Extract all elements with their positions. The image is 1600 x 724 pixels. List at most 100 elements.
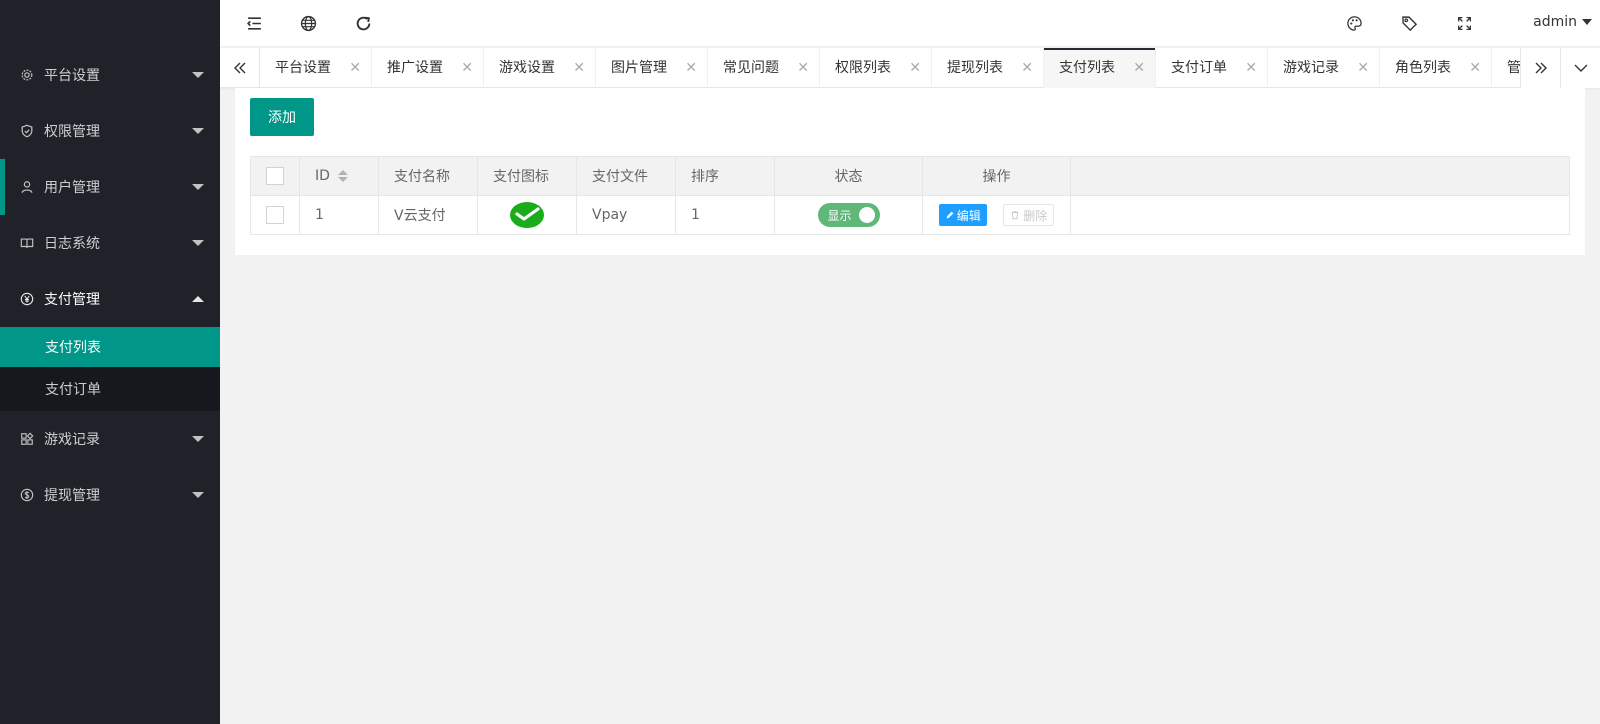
tab-game-records[interactable]: 游戏记录 ✕ <box>1268 48 1380 88</box>
table-header-row: ID 支付名称 支付图标 支付文件 排序 状态 操作 <box>250 156 1570 196</box>
chevron-down-icon <box>192 492 204 498</box>
tab-label: 游戏记录 <box>1283 60 1339 76</box>
chevron-down-icon <box>192 184 204 190</box>
close-icon[interactable]: ✕ <box>1245 48 1257 88</box>
pencil-icon <box>946 211 954 219</box>
column-header-label: 状态 <box>834 169 863 185</box>
content-card: 添加 ID 支付名称 支付图标 支付文件 排序 状态 操作 1 V云支付 Vpa… <box>235 88 1585 255</box>
delete-button[interactable]: 删除 <box>1003 204 1055 226</box>
cell-icon <box>477 195 577 235</box>
column-header-label: 支付文件 <box>592 169 648 185</box>
chevron-down-icon <box>192 72 204 78</box>
sidebar-subitem-payment-orders[interactable]: 支付订单 <box>0 367 220 411</box>
tab-image-management[interactable]: 图片管理 ✕ <box>596 48 708 88</box>
sidebar-item-label: 权限管理 <box>44 124 100 140</box>
sidebar-item-game-records[interactable]: 游戏记录 <box>0 411 220 467</box>
tag-icon[interactable] <box>1399 13 1419 33</box>
chevron-down-icon <box>192 240 204 246</box>
tab-label: 支付列表 <box>1059 60 1115 76</box>
chevron-down-icon <box>192 128 204 134</box>
gear-icon <box>20 68 34 82</box>
column-header-label: 操作 <box>982 169 1011 185</box>
column-header-sort: 排序 <box>675 156 775 196</box>
sidebar-item-permissions[interactable]: 权限管理 <box>0 103 220 159</box>
edit-button[interactable]: 编辑 <box>938 204 987 226</box>
row-checkbox[interactable] <box>266 206 284 224</box>
sidebar-item-label: 用户管理 <box>44 180 100 196</box>
sidebar: 平台设置 权限管理 用户管理 日志系统 支付管理 支付列表 支付订单 游戏记录 … <box>0 0 220 724</box>
close-icon[interactable]: ✕ <box>685 48 697 88</box>
refresh-icon[interactable] <box>353 13 373 33</box>
close-icon[interactable]: ✕ <box>573 48 585 88</box>
tab-label: 平台设置 <box>275 60 331 76</box>
status-toggle[interactable]: 显示 <box>817 203 880 227</box>
main-content: 添加 ID 支付名称 支付图标 支付文件 排序 状态 操作 1 V云支付 Vpa… <box>220 88 1600 724</box>
column-header-icon: 支付图标 <box>477 156 577 196</box>
close-icon[interactable]: ✕ <box>1469 48 1481 88</box>
row-select-cell <box>250 195 300 235</box>
tab-label: 提现列表 <box>947 60 1003 76</box>
sidebar-item-withdrawals[interactable]: 提现管理 <box>0 467 220 523</box>
tab-withdrawal-list[interactable]: 提现列表 ✕ <box>932 48 1044 88</box>
tabs-scroll-right-icon[interactable] <box>1520 48 1560 88</box>
tab-permission-list[interactable]: 权限列表 ✕ <box>820 48 932 88</box>
status-toggle-label: 显示 <box>827 208 852 223</box>
sidebar-item-label: 日志系统 <box>44 236 100 252</box>
tab-label: 图片管理 <box>611 60 667 76</box>
column-header-id[interactable]: ID <box>299 156 379 196</box>
dollar-icon <box>20 488 34 502</box>
close-icon[interactable]: ✕ <box>1133 48 1145 88</box>
sidebar-item-payment[interactable]: 支付管理 <box>0 271 220 327</box>
column-header-label: ID <box>315 168 330 184</box>
sidebar-item-users[interactable]: 用户管理 <box>0 159 220 215</box>
tab-label: 权限列表 <box>835 60 891 76</box>
close-icon[interactable]: ✕ <box>909 48 921 88</box>
tab-role-list[interactable]: 角色列表 ✕ <box>1380 48 1492 88</box>
sidebar-subitem-label: 支付列表 <box>45 340 101 356</box>
close-icon[interactable]: ✕ <box>797 48 809 88</box>
tab-payment-list[interactable]: 支付列表 ✕ <box>1044 48 1156 88</box>
cell-sort: 1 <box>675 195 775 235</box>
sidebar-subitem-payment-list[interactable]: 支付列表 <box>0 327 220 367</box>
column-header-name: 支付名称 <box>378 156 478 196</box>
menu-collapse-icon[interactable] <box>244 13 264 33</box>
close-icon[interactable]: ✕ <box>1021 48 1033 88</box>
tabs-menu-chevron-down-icon[interactable] <box>1560 48 1600 88</box>
column-header-label: 支付图标 <box>493 169 549 185</box>
user-menu[interactable]: admin <box>1533 14 1592 30</box>
select-all-checkbox[interactable] <box>266 167 284 185</box>
theme-palette-icon[interactable] <box>1344 13 1364 33</box>
tabs-scroll-left-icon[interactable] <box>220 48 260 88</box>
tab-promotion-settings[interactable]: 推广设置 ✕ <box>372 48 484 88</box>
apps-icon <box>20 432 34 446</box>
fullscreen-icon[interactable] <box>1454 13 1474 33</box>
close-icon[interactable]: ✕ <box>1357 48 1369 88</box>
globe-icon[interactable] <box>298 13 318 33</box>
tab-faq[interactable]: 常见问题 ✕ <box>708 48 820 88</box>
sidebar-item-label: 游戏记录 <box>44 432 100 448</box>
top-header: admin <box>220 0 1600 47</box>
tab-strip: 平台设置 ✕ 推广设置 ✕ 游戏设置 ✕ 图片管理 ✕ 常见问题 ✕ 权限列表 ✕ 提现列表 ✕ 支付列表 ✕… <box>260 48 1520 88</box>
sidebar-item-platform-settings[interactable]: 平台设置 <box>0 47 220 103</box>
tab-game-settings[interactable]: 游戏设置 ✕ <box>484 48 596 88</box>
column-header-status: 状态 <box>774 156 923 196</box>
tab-label: 推广设置 <box>387 60 443 76</box>
sort-icon[interactable] <box>337 169 348 183</box>
chevron-up-icon <box>192 296 204 302</box>
page-tabs: 平台设置 ✕ 推广设置 ✕ 游戏设置 ✕ 图片管理 ✕ 常见问题 ✕ 权限列表 ✕ 提现列表 ✕ 支付列表 ✕… <box>220 48 1600 88</box>
tab-truncated[interactable]: 管 <box>1492 48 1520 88</box>
username: admin <box>1533 14 1577 30</box>
yen-icon <box>20 292 34 306</box>
add-button[interactable]: 添加 <box>250 98 314 136</box>
close-icon[interactable]: ✕ <box>349 48 361 88</box>
shield-icon <box>20 124 34 138</box>
cell-actions: 编辑 删除 <box>922 195 1071 235</box>
tab-payment-orders[interactable]: 支付订单 ✕ <box>1156 48 1268 88</box>
edit-button-label: 编辑 <box>956 208 981 223</box>
cell-status: 显示 <box>774 195 923 235</box>
tab-platform-settings[interactable]: 平台设置 ✕ <box>260 48 372 88</box>
sidebar-item-logs[interactable]: 日志系统 <box>0 215 220 271</box>
sidebar-item-label: 支付管理 <box>44 292 100 308</box>
close-icon[interactable]: ✕ <box>461 48 473 88</box>
user-icon <box>20 180 34 194</box>
